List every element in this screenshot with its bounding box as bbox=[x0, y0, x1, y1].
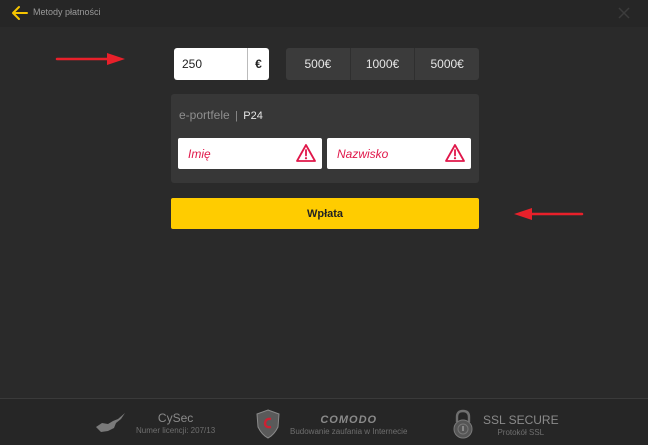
comodo-title: COMODO bbox=[320, 414, 378, 426]
cysec-badge: CySec Numer licencji: 207/13 bbox=[94, 411, 215, 435]
amount-input[interactable] bbox=[174, 48, 247, 80]
ssl-badge: SSL SECURE Protokół SSL bbox=[451, 409, 559, 439]
first-name-field-wrap bbox=[178, 138, 322, 169]
close-icon[interactable] bbox=[618, 7, 630, 19]
ssl-title: SSL SECURE bbox=[483, 413, 559, 427]
top-bar: Metody płatności bbox=[0, 0, 648, 27]
method-provider: P24 bbox=[243, 110, 263, 122]
preset-5000-button[interactable]: 5000€ bbox=[415, 48, 479, 80]
currency-label: € bbox=[247, 48, 269, 80]
cyprus-map-icon bbox=[96, 413, 125, 432]
annotation-arrow-icon bbox=[55, 53, 125, 65]
warning-icon bbox=[445, 144, 465, 162]
preset-1000-button[interactable]: 1000€ bbox=[351, 48, 416, 80]
back-arrow-icon[interactable] bbox=[11, 5, 29, 21]
method-label: e-portfele | P24 bbox=[179, 108, 263, 122]
preset-500-button[interactable]: 500€ bbox=[286, 48, 351, 80]
method-separator: | bbox=[235, 110, 238, 122]
annotation-arrow-icon bbox=[514, 208, 584, 220]
payment-method-panel: e-portfele | P24 bbox=[171, 94, 479, 183]
ssl-sub: Protokół SSL bbox=[497, 428, 545, 437]
comodo-sub: Budowanie zaufania w Internecie bbox=[290, 427, 408, 436]
deposit-button[interactable]: Wpłata bbox=[171, 198, 479, 229]
page-title: Metody płatności bbox=[33, 7, 101, 17]
padlock-icon bbox=[453, 409, 473, 439]
footer-trust-badges: CySec Numer licencji: 207/13 COMODO Budo… bbox=[0, 398, 648, 445]
last-name-field-wrap bbox=[327, 138, 471, 169]
method-category: e-portfele bbox=[179, 108, 230, 122]
comodo-badge: COMODO Budowanie zaufania w Internecie bbox=[256, 409, 408, 439]
warning-icon bbox=[296, 144, 316, 162]
amount-presets: 500€ 1000€ 5000€ bbox=[286, 48, 479, 80]
cysec-sub: Numer licencji: 207/13 bbox=[136, 426, 216, 435]
shield-icon bbox=[256, 409, 280, 439]
cysec-title: CySec bbox=[157, 411, 194, 425]
